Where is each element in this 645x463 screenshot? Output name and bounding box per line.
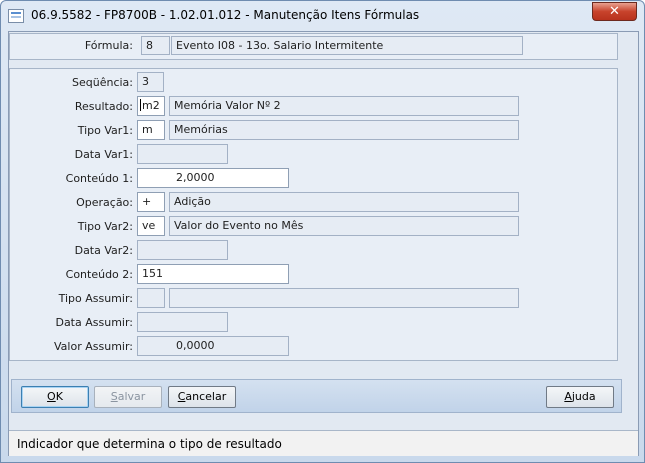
app-window: 06.9.5582 - FP8700B - 1.02.01.012 - Manu… bbox=[0, 0, 645, 463]
ajuda-button[interactable]: Ajuda bbox=[546, 386, 614, 408]
tipo-assumir-label: Tipo Assumir: bbox=[58, 292, 133, 305]
operacao-description-field: Adição bbox=[169, 192, 519, 212]
conteudo1-label: Conteúdo 1: bbox=[65, 172, 133, 185]
status-bar: Indicador que determina o tipo de result… bbox=[9, 430, 638, 456]
formula-label: Fórmula: bbox=[84, 39, 133, 52]
resultado-input[interactable]: m2 bbox=[137, 96, 165, 116]
salvar-label-rest: alvar bbox=[117, 390, 146, 403]
resultado-code: m2 bbox=[142, 99, 160, 112]
resultado-label: Resultado: bbox=[74, 100, 133, 113]
tipo-assumir-field bbox=[137, 288, 165, 308]
data-var1-label: Data Var1: bbox=[74, 148, 133, 161]
formula-description-field: Evento I08 - 13o. Salario Intermitente bbox=[171, 36, 523, 55]
tipo-var2-input[interactable]: ve bbox=[137, 216, 165, 236]
conteudo1-input[interactable]: 2,0000 bbox=[137, 168, 289, 188]
window-title: 06.9.5582 - FP8700B - 1.02.01.012 - Manu… bbox=[31, 8, 420, 22]
status-text: Indicador que determina o tipo de result… bbox=[17, 437, 282, 451]
title-bar[interactable]: 06.9.5582 - FP8700B - 1.02.01.012 - Manu… bbox=[1, 1, 645, 31]
data-var2-label: Data Var2: bbox=[74, 244, 133, 257]
sequencia-label: Seqüência: bbox=[72, 76, 133, 89]
tipo-assumir-description-field bbox=[169, 288, 519, 308]
salvar-mnemonic: S bbox=[110, 390, 118, 403]
conteudo2-input[interactable]: 151 bbox=[137, 264, 289, 284]
data-assumir-label: Data Assumir: bbox=[55, 316, 133, 329]
tipo-var1-description-field: Memórias bbox=[169, 120, 519, 140]
ok-mnemonic: O bbox=[47, 390, 56, 403]
data-assumir-field bbox=[137, 312, 228, 332]
text-cursor bbox=[140, 99, 141, 111]
data-var1-field bbox=[137, 144, 228, 164]
salvar-button[interactable]: Salvar bbox=[94, 386, 162, 408]
resultado-description-field: Memória Valor Nº 2 bbox=[169, 96, 519, 116]
tipo-var1-input[interactable]: m bbox=[137, 120, 165, 140]
valor-assumir-label: Valor Assumir: bbox=[54, 340, 133, 353]
tipo-var2-label: Tipo Var2: bbox=[77, 220, 133, 233]
tipo-var2-description-field: Valor do Evento no Mês bbox=[169, 216, 519, 236]
formula-code-field: 8 bbox=[141, 36, 170, 55]
tipo-var1-label: Tipo Var1: bbox=[77, 124, 133, 137]
cancelar-label-rest: ancelar bbox=[185, 390, 227, 403]
ajuda-mnemonic: A bbox=[564, 390, 572, 403]
ajuda-label-rest: juda bbox=[571, 390, 596, 403]
close-button[interactable]: ✕ bbox=[592, 2, 637, 21]
sequencia-field: 3 bbox=[137, 72, 164, 92]
data-var2-field bbox=[137, 240, 228, 260]
ok-button[interactable]: OK bbox=[21, 386, 89, 408]
cancelar-button[interactable]: Cancelar bbox=[168, 386, 236, 408]
valor-assumir-field: 0,0000 bbox=[137, 336, 289, 356]
ok-label-rest: K bbox=[55, 390, 63, 403]
conteudo2-label: Conteúdo 2: bbox=[65, 268, 133, 281]
operacao-label: Operação: bbox=[76, 196, 133, 209]
operacao-input[interactable]: + bbox=[137, 192, 165, 212]
form-window-icon bbox=[8, 9, 24, 23]
